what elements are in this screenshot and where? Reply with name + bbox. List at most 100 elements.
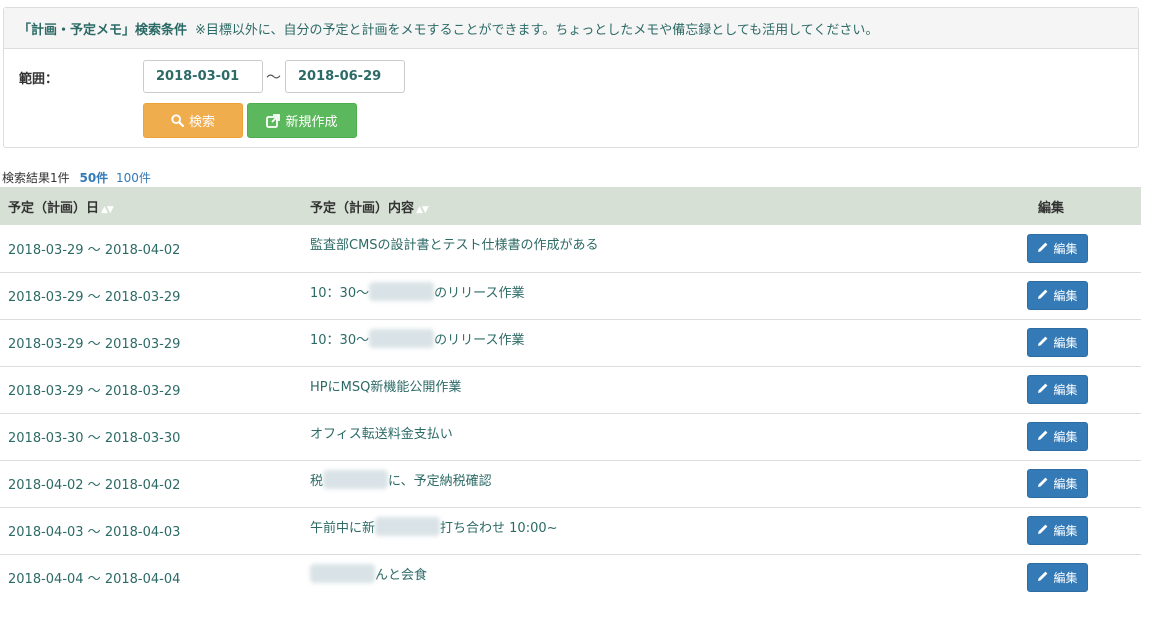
row-date: 2018-03-29 ～ 2018-03-29 (8, 337, 181, 352)
row-edit-cell: 編集 (961, 413, 1141, 460)
pencil-icon (1037, 288, 1049, 303)
pencil-icon (1037, 335, 1049, 350)
result-meta: 検索結果1件 50件 100件 (2, 169, 151, 186)
redacted-text (369, 328, 435, 348)
edit-button[interactable]: 編集 (1027, 469, 1088, 498)
row-content-text-suffix: に、予定納税確認 (388, 473, 492, 489)
row-date: 2018-03-29 ～ 2018-03-29 (8, 384, 181, 399)
row-date: 2018-04-04 ～ 2018-04-04 (8, 572, 181, 588)
edit-button[interactable]: 編集 (1027, 375, 1088, 404)
redacted-text (375, 516, 441, 536)
search-panel-heading: 「計画・予定メモ」検索条件 ※目標以外に、自分の予定と計画をメモすることができま… (4, 8, 1138, 49)
edit-button[interactable]: 編集 (1027, 233, 1088, 263)
row-edit-cell: 編集 (961, 507, 1141, 554)
row-edit-cell: 編集 (961, 554, 1141, 601)
row-content-text-suffix: のリリース作業 (434, 285, 525, 301)
row-content-text-suffix: 打ち合わせ 10:00~ (440, 520, 558, 536)
table-row: 2018-04-04 ～ 2018-04-04 んと会食 編集 (0, 554, 1141, 601)
row-date: 2018-04-03 ～ 2018-04-03 (8, 525, 181, 540)
edit-button[interactable]: 編集 (1027, 422, 1088, 451)
range-separator: ～ (266, 68, 282, 86)
row-content: んと会食 (302, 554, 961, 601)
table-header-row: 予定（計画）日 ▲▼ 予定（計画）内容 ▲▼ 編集 (0, 187, 1141, 225)
table-row: 2018-03-30 ～ 2018-03-30 オフィス転送料金支払い 編集 (0, 413, 1141, 460)
search-button[interactable]: 検索 (143, 103, 243, 138)
table-body: 2018-03-29 ～ 2018-04-02 監査部CMSの設計書とテスト仕様書… (0, 225, 1141, 601)
date-to-input[interactable] (285, 60, 405, 93)
row-content: 10：30～ のリリース作業 (302, 319, 961, 366)
row-content-text: 監査部CMSの設計書とテスト仕様書の作成がある (310, 238, 599, 253)
edit-button-label: 編集 (1053, 241, 1078, 256)
row-content: HPにMSQ新機能公開作業 (302, 366, 961, 413)
edit-button-label: 編集 (1053, 383, 1078, 397)
edit-button-label: 編集 (1053, 430, 1078, 444)
pencil-icon (1037, 382, 1049, 397)
row-content-text: 税 (310, 473, 324, 489)
row-date: 2018-03-30 ～ 2018-03-30 (8, 431, 181, 446)
pencil-icon (1037, 429, 1049, 444)
row-edit-cell: 編集 (961, 460, 1141, 507)
table-row: 2018-04-02 ～ 2018-04-02 税 に、予定納税確認 編集 (0, 460, 1141, 507)
header-content-label: 予定（計画）内容 (310, 200, 415, 216)
row-content-text: 10：30～ (310, 285, 370, 301)
row-content-text-suffix: んと会食 (375, 567, 428, 583)
search-icon (171, 114, 184, 127)
row-date: 2018-03-29 ～ 2018-04-02 (8, 242, 181, 258)
row-content: 10：30～ のリリース作業 (302, 272, 961, 319)
row-edit-cell: 編集 (961, 319, 1141, 366)
per-page-50-link[interactable]: 50件 (79, 171, 108, 185)
row-content-text: HPにMSQ新機能公開作業 (310, 379, 462, 395)
new-button-label: 新規作成 (285, 115, 338, 130)
edit-button-label: 編集 (1053, 477, 1078, 491)
edit-button[interactable]: 編集 (1027, 328, 1088, 357)
sort-icon: ▲▼ (101, 204, 114, 215)
row-content-text-suffix: のリリース作業 (434, 332, 525, 348)
table-row: 2018-03-29 ～ 2018-03-29 10：30～ のリリース作業 編集 (0, 272, 1141, 319)
table-row: 2018-04-03 ～ 2018-04-03 午前中に新 打ち合わせ 10:00… (0, 507, 1141, 554)
pencil-icon (1037, 241, 1049, 256)
table-row: 2018-03-29 ～ 2018-03-29 HPにMSQ新機能公開作業 編集 (0, 366, 1141, 413)
redacted-text (369, 281, 435, 301)
range-label: 範囲： (19, 72, 59, 87)
redacted-text (323, 469, 389, 489)
row-edit-cell: 編集 (961, 366, 1141, 413)
external-link-icon (266, 113, 281, 128)
header-edit: 編集 (1037, 200, 1064, 216)
pencil-icon (1037, 476, 1049, 491)
row-content-text: 10：30～ (310, 332, 370, 348)
row-content-text: 午前中に新 (310, 520, 376, 536)
date-from-input[interactable] (143, 60, 263, 93)
pencil-icon (1037, 570, 1049, 585)
pencil-icon (1037, 523, 1049, 538)
results-table: 予定（計画）日 ▲▼ 予定（計画）内容 ▲▼ 編集 2018-03-29 ～ 201… (0, 187, 1141, 601)
row-content: 税 に、予定納税確認 (302, 460, 961, 507)
table-row: 2018-03-29 ～ 2018-03-29 10：30～ のリリース作業 編集 (0, 319, 1141, 366)
row-date: 2018-03-29 ～ 2018-03-29 (8, 290, 181, 305)
row-date: 2018-04-02 ～ 2018-04-02 (8, 478, 181, 493)
panel-title: 「計画・予定メモ」検索条件 (18, 22, 188, 38)
search-button-label: 検索 (188, 115, 215, 130)
row-content: 監査部CMSの設計書とテスト仕様書の作成がある (302, 225, 961, 272)
per-page-100-link[interactable]: 100件 (116, 171, 151, 185)
header-content[interactable]: 予定（計画）内容 ▲▼ (302, 187, 961, 225)
edit-button[interactable]: 編集 (1027, 516, 1088, 545)
edit-button-label: 編集 (1053, 336, 1078, 350)
header-date[interactable]: 予定（計画）日 ▲▼ (0, 187, 302, 225)
edit-button-label: 編集 (1053, 571, 1078, 586)
edit-button[interactable]: 編集 (1027, 563, 1088, 593)
row-content: オフィス転送料金支払い (302, 413, 961, 460)
redacted-text (310, 563, 376, 583)
search-panel: 「計画・予定メモ」検索条件 ※目標以外に、自分の予定と計画をメモすることができま… (3, 7, 1139, 148)
header-date-label: 予定（計画）日 (8, 200, 100, 216)
new-button[interactable]: 新規作成 (247, 103, 357, 138)
edit-button[interactable]: 編集 (1027, 281, 1088, 310)
result-count: 検索結果1件 (2, 171, 70, 185)
row-edit-cell: 編集 (961, 225, 1141, 272)
edit-button-label: 編集 (1053, 289, 1078, 303)
row-content-text: オフィス転送料金支払い (310, 426, 453, 442)
sort-icon: ▲▼ (416, 204, 429, 215)
row-content: 午前中に新 打ち合わせ 10:00~ (302, 507, 961, 554)
row-edit-cell: 編集 (961, 272, 1141, 319)
panel-note: ※目標以外に、自分の予定と計画をメモすることができます。ちょっとしたメモや備忘録… (195, 22, 879, 38)
edit-button-label: 編集 (1053, 524, 1078, 538)
